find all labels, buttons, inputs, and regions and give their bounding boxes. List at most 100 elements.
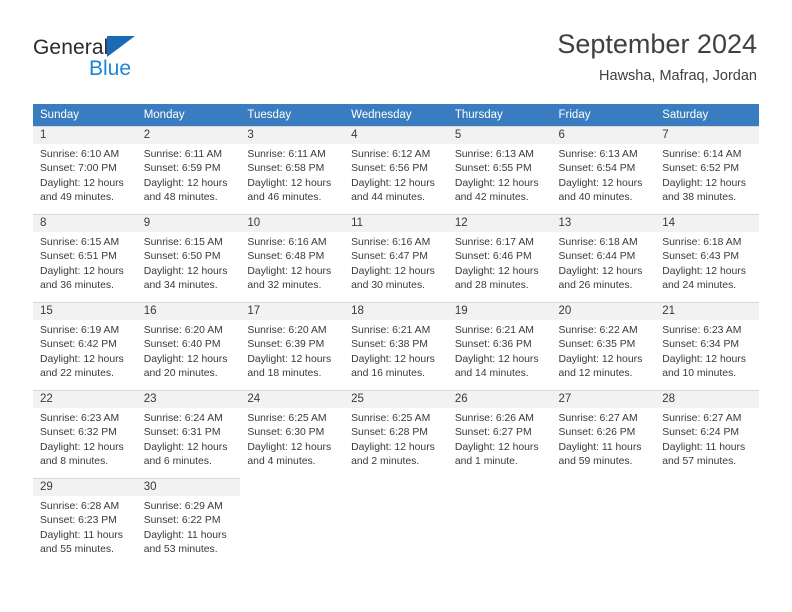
- calendar-day-cell[interactable]: 7 Sunrise: 6:14 AM Sunset: 6:52 PM Daylight…: [655, 126, 759, 214]
- daylight-text-line1: Daylight: 12 hours: [351, 441, 435, 453]
- day-details: Sunrise: 6:14 AM Sunset: 6:52 PM Daylight:…: [655, 144, 759, 206]
- calendar-day-cell[interactable]: 3 Sunrise: 6:11 AM Sunset: 6:58 PM Daylight…: [240, 126, 345, 214]
- calendar-day-cell[interactable]: 30 Sunrise: 6:29 AM Sunset: 6:22 PM Dayligh…: [136, 478, 241, 566]
- day-number: 25: [344, 391, 448, 408]
- calendar-day-cell[interactable]: 10 Sunrise: 6:16 AM Sunset: 6:48 PM Dayligh…: [240, 214, 345, 302]
- day-cell-inner: 4 Sunrise: 6:12 AM Sunset: 6:56 PM Daylight…: [344, 126, 448, 214]
- day-cell-inner: 5 Sunrise: 6:13 AM Sunset: 6:55 PM Daylight…: [447, 126, 552, 214]
- day-number: 28: [655, 391, 759, 408]
- sunset-text: Sunset: 6:23 PM: [40, 515, 117, 527]
- day-cell-inner: 9 Sunrise: 6:15 AM Sunset: 6:50 PM Daylight…: [136, 214, 241, 302]
- daylight-text-line2: and 22 minutes.: [40, 368, 114, 380]
- day-number: 14: [655, 215, 759, 232]
- sunset-text: Sunset: 6:34 PM: [662, 339, 740, 351]
- calendar-day-cell[interactable]: 19 Sunrise: 6:21 AM Sunset: 6:36 PM Dayligh…: [447, 302, 552, 390]
- day-details: Sunrise: 6:25 AM Sunset: 6:28 PM Daylight:…: [344, 408, 448, 470]
- page-subtitle: Hawsha, Mafraq, Jordan: [599, 68, 757, 84]
- day-cell-inner: 6 Sunrise: 6:13 AM Sunset: 6:54 PM Daylight…: [551, 126, 656, 214]
- empty-day-cell: [240, 478, 344, 566]
- day-details: Sunrise: 6:23 AM Sunset: 6:34 PM Daylight:…: [655, 320, 759, 382]
- daylight-text-line2: and 32 minutes.: [247, 280, 322, 292]
- day-cell-inner: 25 Sunrise: 6:25 AM Sunset: 6:28 PM Dayligh…: [344, 390, 448, 478]
- weekday-header-saturday: Saturday: [655, 104, 759, 126]
- sunset-text: Sunset: 6:50 PM: [143, 251, 221, 263]
- day-details: Sunrise: 6:13 AM Sunset: 6:55 PM Daylight:…: [448, 144, 552, 206]
- day-details: Sunrise: 6:13 AM Sunset: 6:54 PM Daylight:…: [552, 144, 656, 206]
- sunset-text: Sunset: 6:42 PM: [40, 339, 117, 351]
- calendar-day-cell: [240, 478, 344, 566]
- sunset-text: Sunset: 6:38 PM: [351, 339, 428, 351]
- calendar-day-cell[interactable]: 13 Sunrise: 6:18 AM Sunset: 6:44 PM Dayligh…: [551, 214, 656, 302]
- daylight-text-line2: and 42 minutes.: [454, 192, 529, 204]
- calendar-day-cell[interactable]: 14 Sunrise: 6:18 AM Sunset: 6:43 PM Dayligh…: [655, 214, 759, 302]
- daylight-text-line2: and 40 minutes.: [558, 192, 633, 204]
- sunset-text: Sunset: 6:46 PM: [454, 251, 532, 263]
- calendar-day-cell[interactable]: 29 Sunrise: 6:28 AM Sunset: 6:23 PM Dayligh…: [33, 478, 137, 566]
- day-cell-inner: 24 Sunrise: 6:25 AM Sunset: 6:30 PM Dayligh…: [240, 390, 345, 478]
- day-details: Sunrise: 6:15 AM Sunset: 6:50 PM Daylight:…: [137, 232, 241, 294]
- day-cell-inner: 29 Sunrise: 6:28 AM Sunset: 6:23 PM Dayligh…: [33, 478, 137, 566]
- daylight-text-line1: Daylight: 12 hours: [662, 177, 746, 189]
- sunrise-text: Sunrise: 6:15 AM: [143, 237, 223, 248]
- daylight-text-line2: and 28 minutes.: [454, 280, 529, 292]
- sunset-text: Sunset: 6:43 PM: [662, 251, 740, 263]
- sunset-text: Sunset: 6:59 PM: [143, 163, 221, 175]
- day-details: Sunrise: 6:27 AM Sunset: 6:26 PM Daylight:…: [552, 408, 656, 470]
- daylight-text-line2: and 34 minutes.: [143, 280, 218, 292]
- sunrise-text: Sunrise: 6:19 AM: [40, 325, 120, 336]
- calendar-day-cell[interactable]: 28 Sunrise: 6:27 AM Sunset: 6:24 PM Dayligh…: [655, 390, 759, 478]
- calendar-day-cell[interactable]: 17 Sunrise: 6:20 AM Sunset: 6:39 PM Dayligh…: [240, 302, 345, 390]
- calendar-day-cell[interactable]: 1 Sunrise: 6:10 AM Sunset: 7:00 PM Daylight…: [33, 126, 137, 214]
- sunrise-text: Sunrise: 6:27 AM: [662, 413, 742, 424]
- calendar-day-cell[interactable]: 27 Sunrise: 6:27 AM Sunset: 6:26 PM Dayligh…: [551, 390, 656, 478]
- sunrise-text: Sunrise: 6:13 AM: [558, 149, 638, 160]
- calendar-day-cell[interactable]: 11 Sunrise: 6:16 AM Sunset: 6:47 PM Dayligh…: [344, 214, 448, 302]
- daylight-text-line2: and 38 minutes.: [662, 192, 737, 204]
- generalblue-logo[interactable]: General Blue: [33, 33, 213, 83]
- calendar-day-cell[interactable]: 5 Sunrise: 6:13 AM Sunset: 6:55 PM Daylight…: [447, 126, 552, 214]
- calendar-day-cell[interactable]: 20 Sunrise: 6:22 AM Sunset: 6:35 PM Dayligh…: [551, 302, 656, 390]
- day-number: 7: [655, 127, 759, 144]
- day-number: 22: [33, 391, 137, 408]
- logo-blue-text: Blue: [89, 57, 132, 80]
- weekday-header-monday: Monday: [136, 104, 241, 126]
- calendar-day-cell[interactable]: 9 Sunrise: 6:15 AM Sunset: 6:50 PM Daylight…: [136, 214, 241, 302]
- sunset-text: Sunset: 6:47 PM: [351, 251, 428, 263]
- daylight-text-line2: and 55 minutes.: [40, 544, 114, 556]
- day-cell-inner: 7 Sunrise: 6:14 AM Sunset: 6:52 PM Daylight…: [655, 126, 759, 214]
- day-cell-inner: 3 Sunrise: 6:11 AM Sunset: 6:58 PM Daylight…: [240, 126, 345, 214]
- sunrise-text: Sunrise: 6:17 AM: [454, 237, 534, 248]
- calendar-day-cell[interactable]: 8 Sunrise: 6:15 AM Sunset: 6:51 PM Daylight…: [33, 214, 137, 302]
- daylight-text-line1: Daylight: 12 hours: [558, 353, 643, 365]
- sunset-text: Sunset: 6:48 PM: [247, 251, 325, 263]
- day-cell-inner: 30 Sunrise: 6:29 AM Sunset: 6:22 PM Dayligh…: [136, 478, 241, 566]
- calendar-day-cell[interactable]: 25 Sunrise: 6:25 AM Sunset: 6:28 PM Dayligh…: [344, 390, 448, 478]
- daylight-text-line1: Daylight: 11 hours: [558, 441, 642, 453]
- calendar-day-cell[interactable]: 23 Sunrise: 6:24 AM Sunset: 6:31 PM Dayligh…: [136, 390, 241, 478]
- calendar-day-cell[interactable]: 4 Sunrise: 6:12 AM Sunset: 6:56 PM Daylight…: [344, 126, 448, 214]
- calendar-day-cell[interactable]: 15 Sunrise: 6:19 AM Sunset: 6:42 PM Dayligh…: [33, 302, 137, 390]
- day-cell-inner: 22 Sunrise: 6:23 AM Sunset: 6:32 PM Dayligh…: [33, 390, 137, 478]
- daylight-text-line2: and 8 minutes.: [40, 456, 109, 468]
- day-details: Sunrise: 6:11 AM Sunset: 6:59 PM Daylight:…: [137, 144, 241, 206]
- calendar-grid: Sunday Monday Tuesday Wednesday Thursday…: [33, 104, 759, 566]
- sunset-text: Sunset: 6:26 PM: [558, 427, 636, 439]
- daylight-text-line1: Daylight: 12 hours: [454, 177, 539, 189]
- calendar-day-cell[interactable]: 16 Sunrise: 6:20 AM Sunset: 6:40 PM Dayligh…: [136, 302, 241, 390]
- calendar-day-cell[interactable]: 24 Sunrise: 6:25 AM Sunset: 6:30 PM Dayligh…: [240, 390, 345, 478]
- daylight-text-line2: and 53 minutes.: [143, 544, 218, 556]
- calendar-day-cell[interactable]: 2 Sunrise: 6:11 AM Sunset: 6:59 PM Daylight…: [136, 126, 241, 214]
- calendar-day-cell[interactable]: 12 Sunrise: 6:17 AM Sunset: 6:46 PM Dayligh…: [447, 214, 552, 302]
- weekday-header-sunday: Sunday: [33, 104, 137, 126]
- calendar-day-cell[interactable]: 21 Sunrise: 6:23 AM Sunset: 6:34 PM Dayligh…: [655, 302, 759, 390]
- sunset-text: Sunset: 6:35 PM: [558, 339, 636, 351]
- day-number: 4: [344, 127, 448, 144]
- calendar-day-cell[interactable]: 22 Sunrise: 6:23 AM Sunset: 6:32 PM Dayligh…: [33, 390, 137, 478]
- day-cell-inner: 23 Sunrise: 6:24 AM Sunset: 6:31 PM Dayligh…: [136, 390, 241, 478]
- calendar-day-cell[interactable]: 26 Sunrise: 6:26 AM Sunset: 6:27 PM Dayligh…: [447, 390, 552, 478]
- calendar-day-cell[interactable]: 18 Sunrise: 6:21 AM Sunset: 6:38 PM Dayligh…: [344, 302, 448, 390]
- calendar-day-cell[interactable]: 6 Sunrise: 6:13 AM Sunset: 6:54 PM Daylight…: [551, 126, 656, 214]
- day-details: Sunrise: 6:18 AM Sunset: 6:44 PM Daylight:…: [552, 232, 656, 294]
- sunrise-text: Sunrise: 6:24 AM: [143, 413, 223, 424]
- daylight-text-line1: Daylight: 12 hours: [558, 177, 643, 189]
